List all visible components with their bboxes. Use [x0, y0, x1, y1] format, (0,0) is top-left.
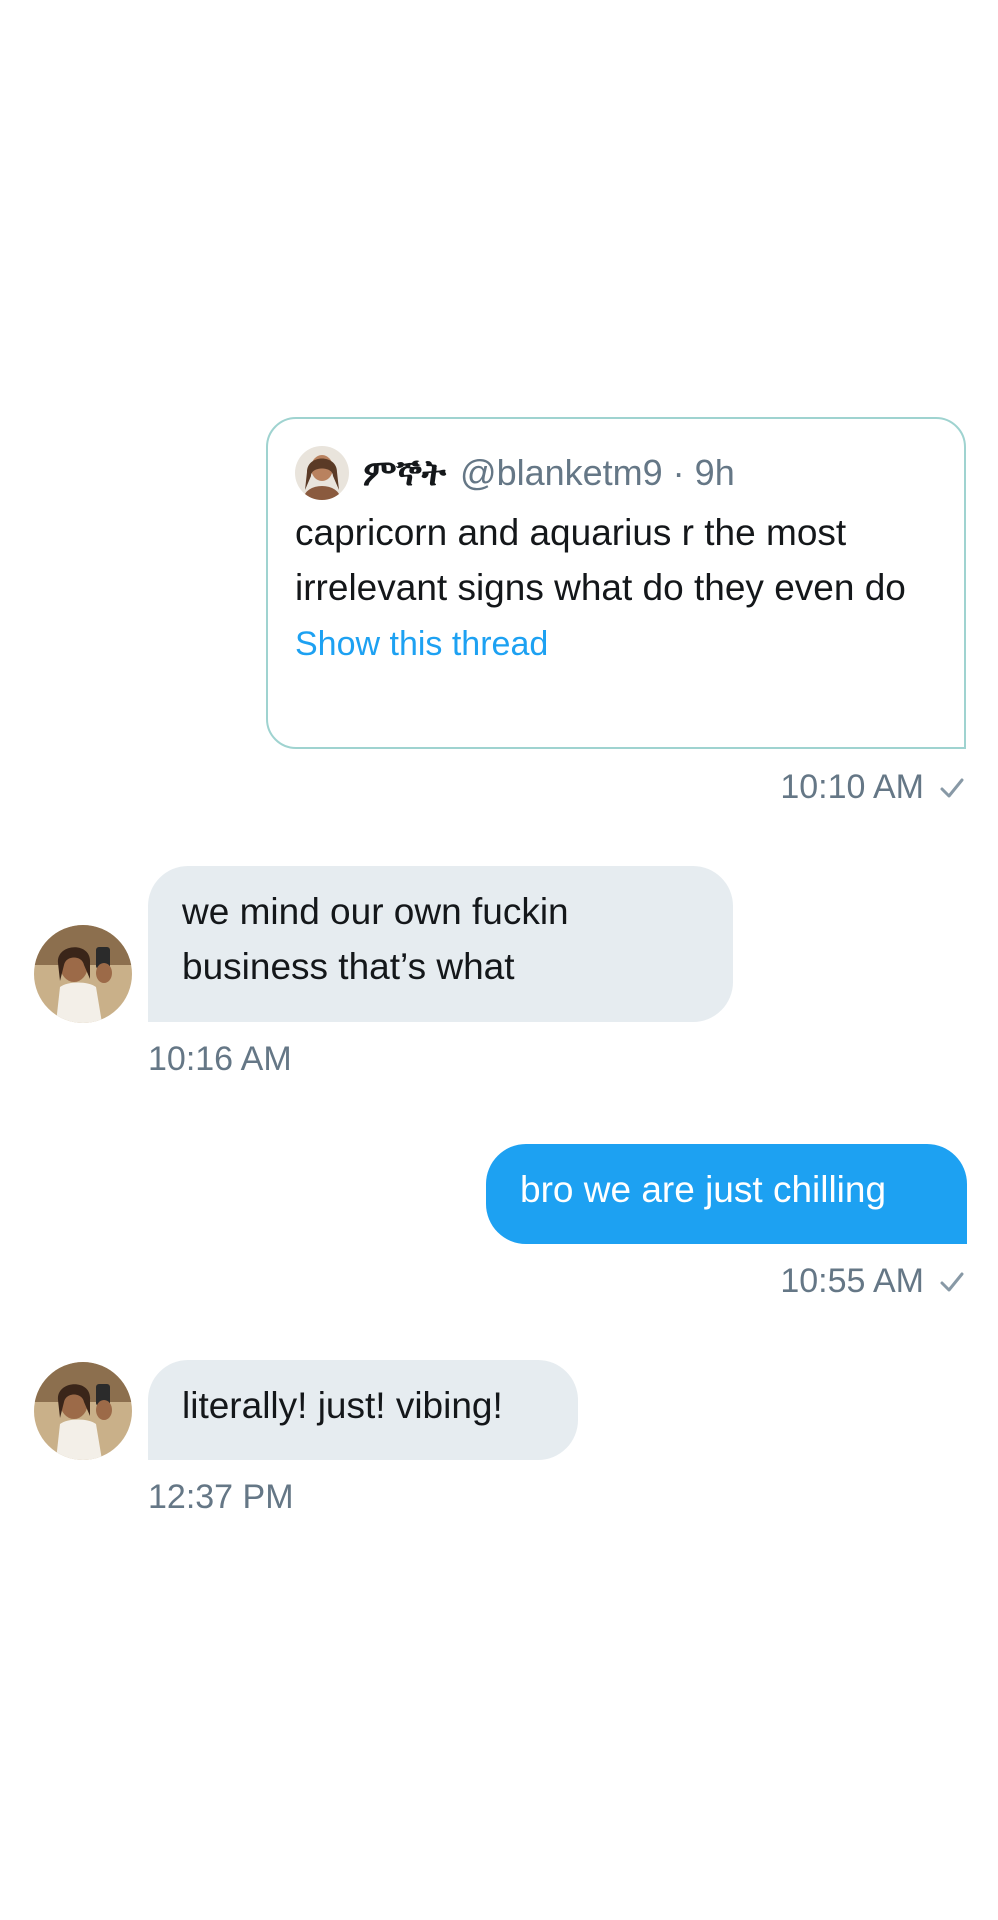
shared-tweet-display-name: ምኞት — [363, 451, 447, 493]
sender-avatar[interactable] — [34, 1362, 132, 1460]
timestamp-text: 10:10 AM — [780, 768, 924, 806]
incoming-message-bubble[interactable]: we mind our own fuckin business that’s w… — [148, 866, 733, 1022]
profile-photo-icon — [295, 446, 349, 500]
profile-photo-icon — [34, 1362, 132, 1460]
shared-tweet-time: 9h — [694, 452, 735, 493]
message-timestamp: 10:55 AM — [780, 1262, 966, 1301]
sender-avatar[interactable] — [34, 925, 132, 1023]
shared-tweet-header: ምኞት @blanketm9 · 9h — [295, 445, 936, 501]
profile-photo-icon — [34, 925, 132, 1023]
shared-tweet-text: capricorn and aquarius r the most irrele… — [295, 512, 906, 608]
shared-tweet-separator: · — [672, 452, 685, 493]
message-timestamp: 12:37 PM — [148, 1478, 294, 1516]
timestamp-text: 10:55 AM — [780, 1262, 924, 1300]
incoming-message-bubble[interactable]: literally! just! vibing! — [148, 1360, 578, 1460]
shared-tweet-handle: @blanketm9 — [460, 452, 663, 493]
message-timestamp: 10:10 AM — [780, 768, 966, 807]
message-text: bro we are just chilling — [520, 1169, 887, 1210]
message-text: literally! just! vibing! — [182, 1385, 503, 1426]
shared-tweet-avatar[interactable] — [295, 446, 349, 500]
message-timestamp: 10:16 AM — [148, 1040, 292, 1078]
shared-tweet-card[interactable]: ምኞት @blanketm9 · 9h capricorn and aquari… — [266, 417, 966, 749]
sent-check-icon — [940, 778, 964, 797]
sent-check-icon — [940, 1272, 964, 1291]
outgoing-message-bubble[interactable]: bro we are just chilling — [486, 1144, 967, 1244]
message-text: we mind our own fuckin business that’s w… — [182, 891, 569, 987]
show-thread-link[interactable]: Show this thread — [295, 619, 936, 669]
